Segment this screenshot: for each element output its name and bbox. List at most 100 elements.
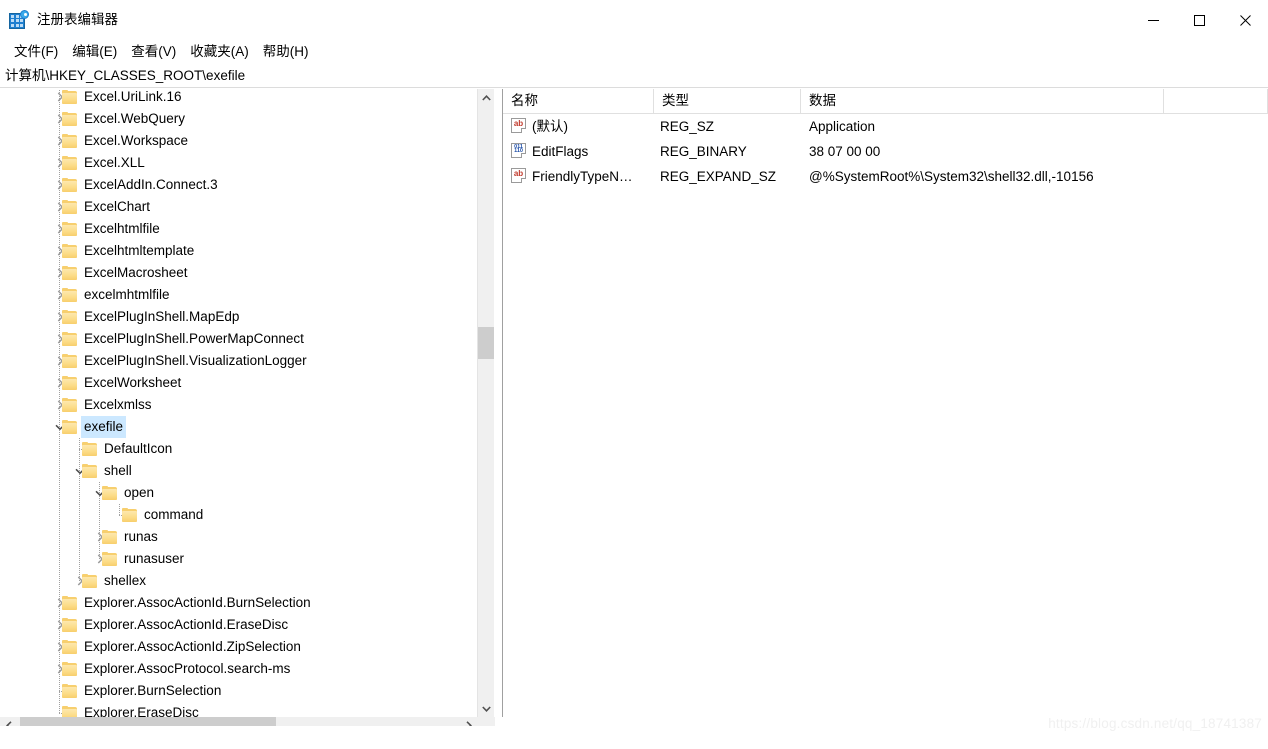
tree-item[interactable]: command <box>0 504 477 526</box>
title-bar-left: 注册表编辑器 <box>9 9 118 31</box>
value-name: FriendlyTypeN… <box>532 169 633 184</box>
tree-guide-line <box>59 526 60 548</box>
tree-item[interactable]: ExcelPlugInShell.PowerMapConnect <box>0 328 477 350</box>
column-type-header[interactable]: 类型 <box>654 89 801 113</box>
tree-item-label: Explorer.BurnSelection <box>84 683 222 698</box>
folder-icon <box>62 156 77 170</box>
tree-scrollbar-thumb[interactable] <box>478 327 494 359</box>
window-title: 注册表编辑器 <box>37 12 118 27</box>
folder-icon <box>62 112 77 126</box>
folder-icon <box>62 596 77 610</box>
values-pane: 名称 类型 数据 ab (默认) REG_SZ Application 011 110 Edit… <box>502 89 1268 717</box>
registry-editor-window: 注册表编辑器 文件(F) 编辑(E) 查看(V) 收藏夹(A) 帮助(H) 计算… <box>0 0 1268 749</box>
menu-view[interactable]: 查看(V) <box>124 41 183 63</box>
tree-guide-line <box>59 570 60 592</box>
tree-item[interactable]: Explorer.AssocActionId.BurnSelection <box>0 592 477 614</box>
tree-item[interactable]: ExcelMacrosheet <box>0 262 477 284</box>
tree-item-label: ExcelChart <box>84 199 151 214</box>
folder-icon <box>62 618 77 632</box>
menu-favorites[interactable]: 收藏夹(A) <box>183 41 256 63</box>
folder-icon <box>82 442 97 456</box>
scroll-up-icon[interactable] <box>478 89 494 106</box>
tree-item[interactable]: ExcelChart <box>0 196 477 218</box>
tree-item-label: runasuser <box>124 551 185 566</box>
folder-icon <box>62 684 77 698</box>
menu-help[interactable]: 帮助(H) <box>256 41 316 63</box>
tree-item[interactable]: Explorer.AssocProtocol.search-ms <box>0 658 477 680</box>
menu-file[interactable]: 文件(F) <box>7 41 65 63</box>
tree-item[interactable]: shell <box>0 460 477 482</box>
value-data: Application <box>809 119 876 134</box>
tree-item-label: Excelhtmltemplate <box>84 243 195 258</box>
folder-icon <box>62 706 77 717</box>
tree-item[interactable]: exefile <box>0 416 477 438</box>
tree-item[interactable]: ExcelWorksheet <box>0 372 477 394</box>
minimize-button[interactable] <box>1130 0 1176 40</box>
tree-item[interactable]: Explorer.BurnSelection <box>0 680 477 702</box>
tree-item[interactable]: excelmhtmlfile <box>0 284 477 306</box>
tree-item[interactable]: runas <box>0 526 477 548</box>
tree-item[interactable]: Excelhtmltemplate <box>0 240 477 262</box>
tree-guide-line <box>99 504 100 526</box>
folder-icon <box>62 90 77 104</box>
value-row[interactable]: 011 110 EditFlags REG_BINARY 38 07 00 00 <box>503 139 1268 164</box>
tree-item[interactable]: shellex <box>0 570 477 592</box>
tree-item-label: ExcelPlugInShell.VisualizationLogger <box>84 353 307 368</box>
tree-guide-line <box>79 548 80 570</box>
menu-edit[interactable]: 编辑(E) <box>65 41 124 63</box>
tree-guide-line <box>59 482 60 504</box>
tree-item[interactable]: runasuser <box>0 548 477 570</box>
column-filler-header <box>1164 89 1268 113</box>
folder-icon <box>82 464 97 478</box>
pane-splitter[interactable] <box>495 89 502 717</box>
tree-item-label: Explorer.AssocProtocol.search-ms <box>84 661 291 676</box>
tree-item[interactable]: open <box>0 482 477 504</box>
value-name: (默认) <box>532 119 568 134</box>
tree-item[interactable]: ExcelAddIn.Connect.3 <box>0 174 477 196</box>
registry-tree: Excel.UriLink.16 Excel.WebQuery Excel.Work… <box>0 89 477 717</box>
tree-vertical-scrollbar[interactable] <box>477 89 494 717</box>
tree-item-label: command <box>144 507 204 522</box>
tree-item[interactable]: Excelhtmlfile <box>0 218 477 240</box>
value-row[interactable]: ab FriendlyTypeN… REG_EXPAND_SZ @%SystemRoo… <box>503 164 1268 189</box>
tree-item[interactable]: Excelxmlss <box>0 394 477 416</box>
address-bar[interactable]: 计算机\HKEY_CLASSES_ROOT\exefile <box>0 64 1268 88</box>
tree-item[interactable]: Excel.UriLink.16 <box>0 89 477 108</box>
close-button[interactable] <box>1222 0 1268 40</box>
folder-icon <box>62 354 77 368</box>
tree-item[interactable]: DefaultIcon <box>0 438 477 460</box>
folder-icon <box>62 134 77 148</box>
column-data-header[interactable]: 数据 <box>801 89 1164 113</box>
tree-item[interactable]: ExcelPlugInShell.MapEdp <box>0 306 477 328</box>
tree-item-label: Explorer.AssocActionId.BurnSelection <box>84 595 311 610</box>
tree-guide-line <box>59 548 60 570</box>
tree-item[interactable]: Excel.XLL <box>0 152 477 174</box>
tree-item[interactable]: Explorer.AssocActionId.EraseDisc <box>0 614 477 636</box>
folder-icon <box>102 552 117 566</box>
maximize-button[interactable] <box>1176 0 1222 40</box>
folder-icon <box>62 200 77 214</box>
tree-item-label: Excel.Workspace <box>84 133 189 148</box>
string-value-icon: ab <box>511 168 527 184</box>
scroll-down-icon[interactable] <box>478 700 494 717</box>
folder-icon <box>122 508 137 522</box>
values-header: 名称 类型 数据 <box>503 89 1268 114</box>
watermark: https://blog.csdn.net/qq_18741387 <box>1048 716 1262 731</box>
tree-item-label: shell <box>104 463 132 478</box>
folder-icon <box>62 222 77 236</box>
tree-item[interactable]: Explorer.EraseDisc <box>0 702 477 717</box>
folder-icon <box>62 376 77 390</box>
column-name-header[interactable]: 名称 <box>503 89 654 113</box>
folder-icon <box>62 288 77 302</box>
tree-item-label: DefaultIcon <box>104 441 173 456</box>
tree-item-label: excelmhtmlfile <box>84 287 170 302</box>
tree-item[interactable]: Excel.Workspace <box>0 130 477 152</box>
tree-item[interactable]: Excel.WebQuery <box>0 108 477 130</box>
folder-icon <box>102 486 117 500</box>
folder-icon <box>62 178 77 192</box>
tree-item[interactable]: Explorer.AssocActionId.ZipSelection <box>0 636 477 658</box>
tree-item-label: Explorer.EraseDisc <box>84 705 199 717</box>
value-row[interactable]: ab (默认) REG_SZ Application <box>503 114 1268 139</box>
registry-path: 计算机\HKEY_CLASSES_ROOT\exefile <box>5 68 246 83</box>
tree-item[interactable]: ExcelPlugInShell.VisualizationLogger <box>0 350 477 372</box>
